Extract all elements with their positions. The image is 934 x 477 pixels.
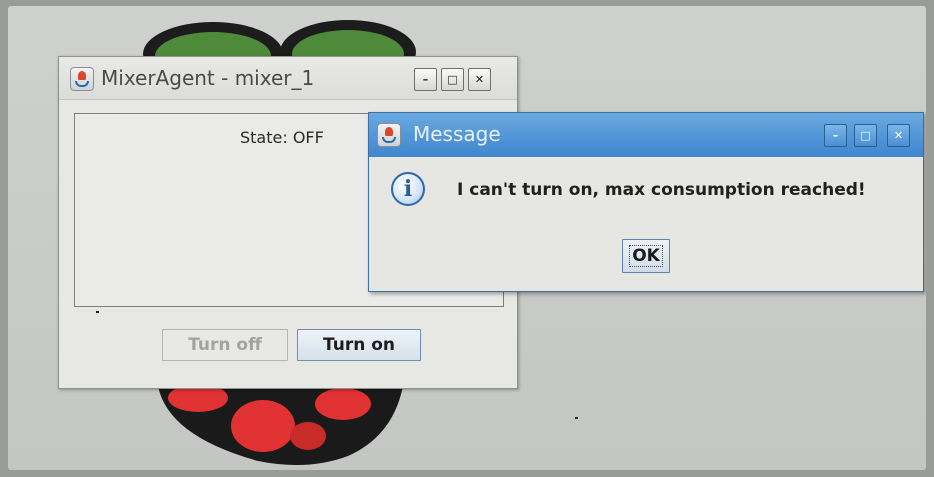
java-icon: [377, 123, 401, 147]
close-button[interactable]: ✕: [468, 68, 491, 91]
mixer-title-bar[interactable]: MixerAgent - mixer_1 – □ ✕: [59, 57, 517, 100]
close-button[interactable]: ✕: [887, 124, 910, 147]
state-label: State: OFF: [240, 128, 324, 147]
java-icon: [70, 67, 94, 91]
ok-button[interactable]: OK: [622, 239, 670, 273]
screen-speck: [575, 417, 578, 419]
ok-button-label: OK: [629, 245, 663, 267]
minimize-button[interactable]: –: [414, 68, 437, 91]
info-icon: i: [391, 172, 425, 206]
maximize-button[interactable]: □: [441, 68, 464, 91]
minimize-button[interactable]: –: [824, 124, 847, 147]
message-text: I can't turn on, max consumption reached…: [457, 180, 866, 200]
mixer-window-title: MixerAgent - mixer_1: [101, 66, 315, 90]
message-title-bar[interactable]: Message – □ ✕: [369, 113, 923, 157]
screen-speck: [96, 311, 99, 313]
message-dialog: Message – □ ✕ i I can't turn on, max con…: [368, 112, 924, 292]
desktop: MixerAgent - mixer_1 – □ ✕ State: OFF Tu…: [8, 6, 926, 470]
turn-on-button[interactable]: Turn on: [297, 329, 421, 361]
message-dialog-title: Message: [413, 122, 501, 146]
raspberry-berry: [158, 384, 403, 465]
turn-off-button[interactable]: Turn off: [162, 329, 288, 361]
maximize-button[interactable]: □: [854, 124, 877, 147]
